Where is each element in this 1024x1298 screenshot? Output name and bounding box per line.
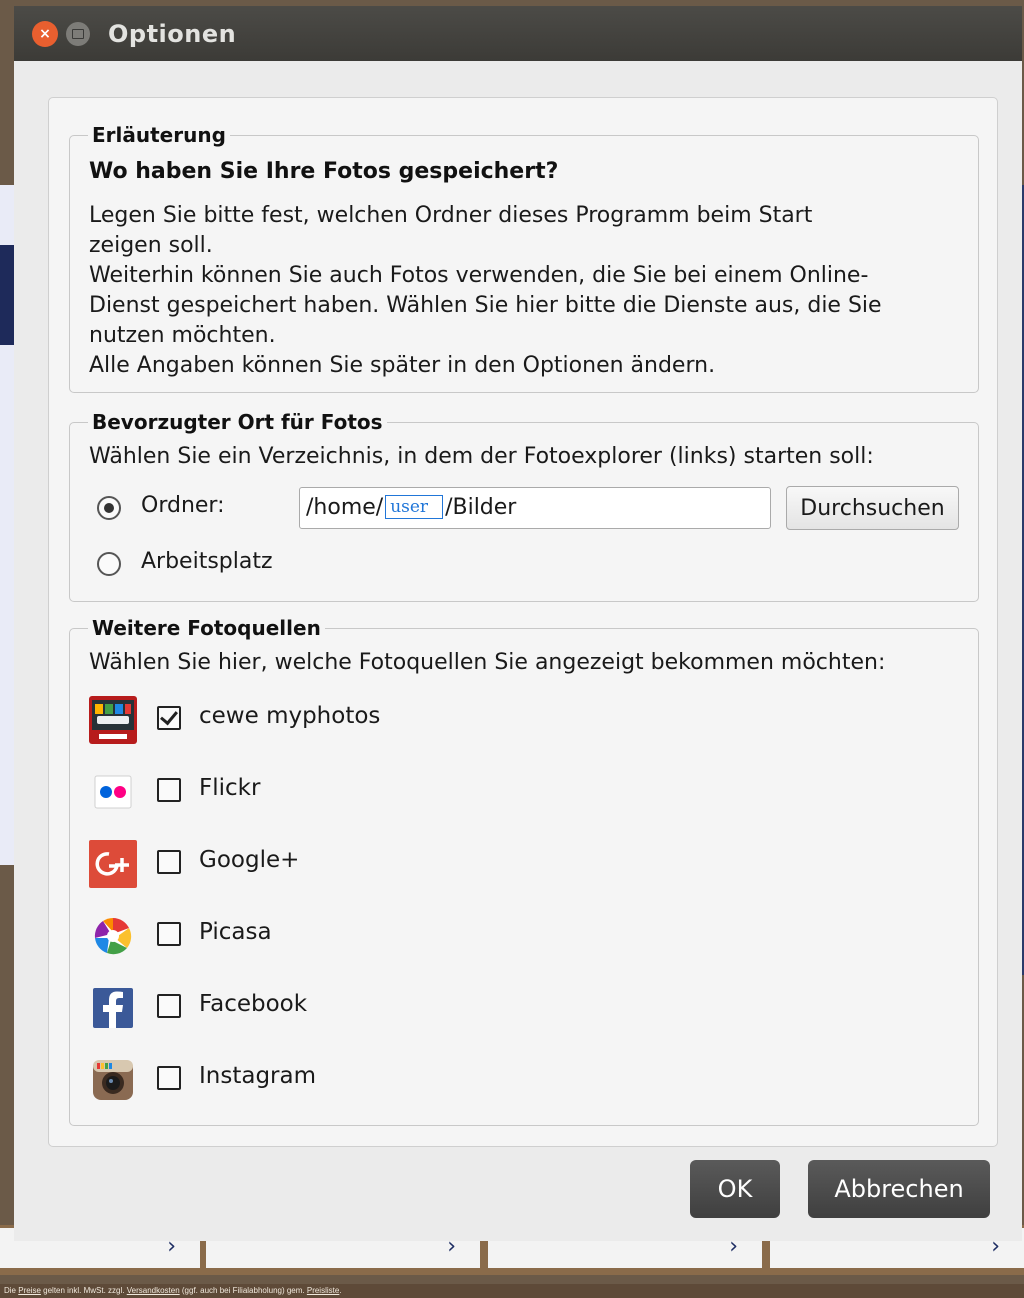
explanation-heading: Wo haben Sie Ihre Fotos gespeichert?: [89, 159, 559, 184]
workspace-label[interactable]: Arbeitsplatz: [141, 549, 273, 574]
source-checkbox-instagram[interactable]: [157, 1066, 181, 1090]
minimize-window-button[interactable]: [66, 21, 90, 46]
source-label-google-plus[interactable]: Google+: [199, 847, 299, 873]
source-row-facebook: Facebook: [89, 982, 949, 1034]
footer-text: (ggf. auch bei Filialabholung) gem.: [179, 1286, 307, 1295]
browse-button[interactable]: Durchsuchen: [786, 486, 959, 530]
source-checkbox-facebook[interactable]: [157, 994, 181, 1018]
footer-link-shipping[interactable]: Versandkosten: [127, 1286, 180, 1295]
photo-sources-group: Weitere Fotoquellen Wählen Sie hier, wel…: [69, 616, 979, 1126]
explanation-line: Weiterhin können Sie auch Fotos verwende…: [89, 263, 869, 288]
source-label-cewe[interactable]: cewe myphotos: [199, 703, 380, 729]
path-user-placeholder: user: [385, 495, 444, 519]
source-row-cewe: cewe myphotos: [89, 694, 949, 746]
path-prefix: /home/: [306, 495, 384, 520]
source-row-flickr: Flickr: [89, 766, 949, 818]
cancel-button[interactable]: Abbrechen: [808, 1160, 990, 1218]
options-panel: Erläuterung Wo haben Sie Ihre Fotos gesp…: [48, 97, 998, 1147]
explanation-line: Alle Angaben können Sie später in den Op…: [89, 353, 716, 378]
folder-path-input[interactable]: /home/user/Bilder: [299, 487, 771, 529]
footer-text: Die: [4, 1286, 19, 1295]
explanation-line: Legen Sie bitte fest, welchen Ordner die…: [89, 203, 813, 228]
photo-location-group: Bevorzugter Ort für Fotos Wählen Sie ein…: [69, 410, 979, 602]
picasa-icon: [94, 917, 132, 955]
folder-radio[interactable]: [97, 496, 121, 520]
source-row-google-plus: Google+: [89, 838, 949, 890]
flickr-icon: [94, 775, 132, 809]
footer-link-prices[interactable]: Preise: [18, 1286, 41, 1295]
options-dialog: × Optionen Erläuterung Wo haben Sie Ihre…: [14, 6, 1022, 1241]
explanation-line: nutzen möchten.: [89, 323, 276, 348]
footer-link-pricelist[interactable]: Preisliste: [307, 1286, 339, 1295]
explanation-legend: Erläuterung: [92, 123, 226, 147]
google-plus-icon: [89, 840, 137, 888]
cewe-myphotos-icon: [89, 696, 137, 744]
source-label-flickr[interactable]: Flickr: [199, 775, 260, 801]
facebook-icon: [93, 988, 133, 1028]
source-row-instagram: Instagram: [89, 1054, 949, 1106]
explanation-line: Dienst gespeichert haben. Wählen Sie hie…: [89, 293, 882, 318]
source-checkbox-flickr[interactable]: [157, 778, 181, 802]
background-footer: Die Preise gelten inkl. MwSt. zzgl. Vers…: [0, 1284, 1024, 1298]
source-checkbox-cewe[interactable]: [157, 706, 181, 730]
explanation-group: Erläuterung Wo haben Sie Ihre Fotos gesp…: [69, 123, 979, 393]
photo-location-legend: Bevorzugter Ort für Fotos: [92, 410, 383, 434]
source-row-picasa: Picasa: [89, 910, 949, 962]
instagram-icon: [93, 1060, 133, 1100]
source-checkbox-google-plus[interactable]: [157, 850, 181, 874]
source-label-picasa[interactable]: Picasa: [199, 919, 272, 945]
window-title: Optionen: [108, 19, 237, 48]
window-icon: [72, 28, 84, 39]
explanation-line: zeigen soll.: [89, 233, 213, 258]
source-label-instagram[interactable]: Instagram: [199, 1063, 316, 1089]
footer-text: gelten inkl. MwSt. zzgl.: [40, 1286, 127, 1295]
close-window-button[interactable]: ×: [32, 20, 58, 47]
explanation-text: Legen Sie bitte fest, welchen Ordner die…: [89, 201, 882, 381]
photo-sources-legend: Weitere Fotoquellen: [92, 616, 321, 640]
close-icon: ×: [39, 25, 51, 42]
path-suffix: /Bilder: [445, 495, 517, 520]
footer-text: .: [339, 1286, 342, 1295]
folder-label[interactable]: Ordner:: [141, 493, 225, 518]
source-checkbox-picasa[interactable]: [157, 922, 181, 946]
title-bar[interactable]: × Optionen: [14, 6, 1022, 61]
ok-button[interactable]: OK: [690, 1160, 780, 1218]
photo-sources-prompt: Wählen Sie hier, welche Fotoquellen Sie …: [89, 650, 886, 675]
source-label-facebook[interactable]: Facebook: [199, 991, 307, 1017]
workspace-radio[interactable]: [97, 552, 121, 576]
photo-location-prompt: Wählen Sie ein Verzeichnis, in dem der F…: [89, 444, 874, 469]
